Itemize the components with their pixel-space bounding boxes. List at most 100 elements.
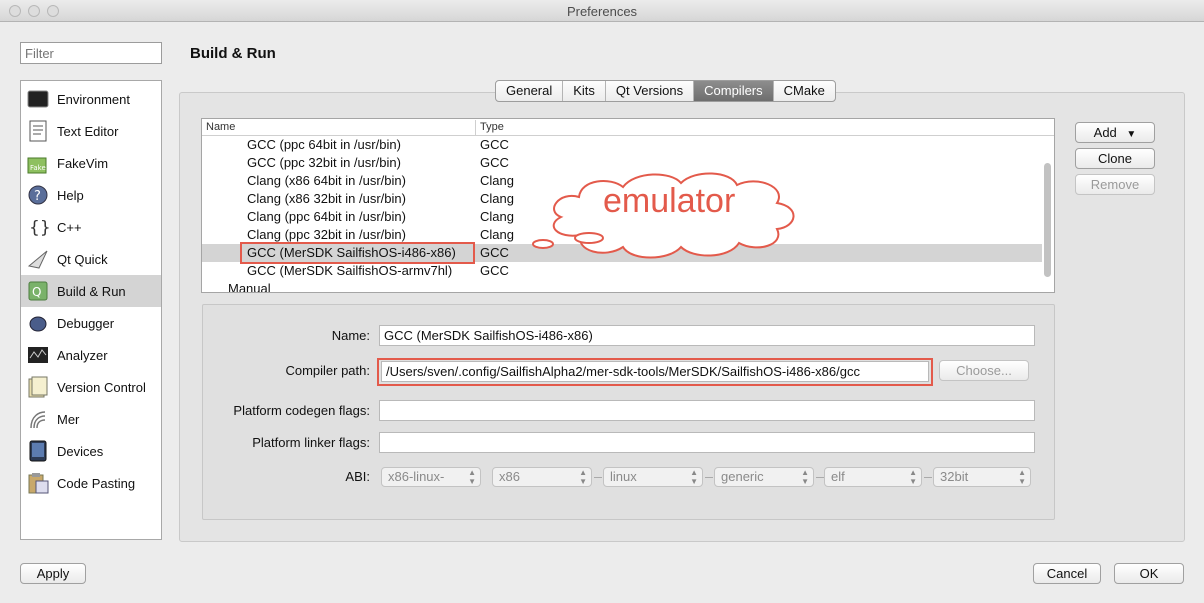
compiler-type: GCC [480,245,509,260]
sidebar-item-text-editor[interactable]: Text Editor [21,115,161,147]
svg-text:{}: {} [29,218,49,238]
stepper-arrows-icon: ▲ ▼ [468,468,476,486]
compiler-name: Clang (x86 32bit in /usr/bin) [247,191,406,206]
stepper-arrows-icon: ▲ ▼ [690,468,698,486]
add-button[interactable]: Add ▼ [1075,122,1155,143]
tab-compilers[interactable]: Compilers [694,81,774,101]
abi-os-select[interactable]: linux ▲ ▼ [603,467,703,487]
sidebar-item-version-control[interactable]: Version Control [21,371,161,403]
list-scrollbar[interactable] [1044,163,1051,277]
highlight-box-compiler-path [377,358,933,386]
dropdown-arrow-icon: ▼ [1126,129,1137,140]
table-row[interactable]: GCC (ppc 64bit in /usr/bin) GCC [202,136,1042,154]
cancel-button[interactable]: Cancel [1033,563,1101,584]
braces-icon: {} [27,216,49,238]
title-bar: Preferences [0,0,1204,22]
tab-bar: General Kits Qt Versions Compilers CMake [495,80,836,102]
abi-separator [594,477,602,478]
page-title: Build & Run [190,45,276,62]
sidebar-item-code-pasting[interactable]: Code Pasting [21,467,161,499]
sidebar-item-label: Devices [57,443,104,459]
clone-button[interactable]: Clone [1075,148,1155,169]
abi-arch-select[interactable]: x86 ▲ ▼ [492,467,592,487]
sidebar-item-label: Analyzer [57,347,108,363]
platform-codegen-flags-label: Platform codegen flags: [233,403,370,418]
svg-text:?: ? [34,189,41,204]
stepper-arrows-icon: ▲ ▼ [909,468,917,486]
sidebar-item-label: FakeVim [57,155,109,171]
sidebar-item-devices[interactable]: Devices [21,435,161,467]
compiler-type: Clang [480,191,514,206]
mer-icon [27,408,49,430]
filter-input[interactable] [20,42,162,64]
name-label: Name: [331,328,370,343]
tab-kits[interactable]: Kits [563,81,606,101]
sidebar-item-label: Version Control [57,379,146,395]
column-divider [475,120,476,135]
svg-text:Q: Q [32,285,41,299]
analyzer-icon [27,344,49,366]
platform-linker-flags-label: Platform linker flags: [252,435,370,450]
sidebar-item-build-run[interactable]: Q Build & Run [21,275,161,307]
qt-build-icon: Q [27,280,49,302]
abi-flavor-select[interactable]: generic ▲ ▼ [714,467,814,487]
abi-arch-value: x86 [499,469,520,484]
sidebar-item-debugger[interactable]: Debugger [21,307,161,339]
abi-architecture-select[interactable]: x86-linux- ▲ ▼ [381,467,481,487]
sidebar-item-qt-quick[interactable]: Qt Quick [21,243,161,275]
tab-qt-versions[interactable]: Qt Versions [606,81,695,101]
ok-button[interactable]: OK [1114,563,1184,584]
compiler-type: Clang [480,209,514,224]
add-button-label: Add [1093,125,1117,140]
sidebar-item-label: C++ [57,219,82,235]
sidebar-item-environment[interactable]: Environment [21,83,161,115]
compiler-type: GCC [480,263,509,278]
stepper-arrows-icon: ▲ ▼ [801,468,809,486]
platform-linker-flags-field[interactable] [379,432,1035,453]
device-icon [27,440,49,462]
remove-button[interactable]: Remove [1075,174,1155,195]
version-control-icon [27,376,49,398]
category-manual[interactable]: Manual [228,280,271,292]
clipboard-icon [27,472,49,494]
abi-wordwidth-value: 32bit [940,469,969,484]
compiler-type: Clang [480,227,514,242]
compiler-type: GCC [480,155,509,170]
help-icon: ? [27,184,49,206]
sidebar-item-label: Text Editor [57,123,119,139]
abi-wordwidth-select[interactable]: 32bit ▲ ▼ [933,467,1031,487]
sidebar-item-analyzer[interactable]: Analyzer [21,339,161,371]
name-field[interactable]: GCC (MerSDK SailfishOS-i486-x86) [379,325,1035,346]
qtquick-icon [27,248,49,270]
monitor-icon [27,88,49,110]
compiler-type: GCC [480,137,509,152]
sidebar-item-help[interactable]: ? Help [21,179,161,211]
abi-separator [816,477,824,478]
sidebar-item-label: Code Pasting [57,475,136,491]
tab-general[interactable]: General [496,81,564,101]
choose-button[interactable]: Choose... [939,360,1029,381]
compiler-name: GCC (MerSDK SailfishOS-armv7hl) [247,263,453,278]
abi-format-select[interactable]: elf ▲ ▼ [824,467,922,487]
column-header-type[interactable]: Type [480,121,504,133]
sidebar-item-label: Debugger [57,315,115,331]
platform-codegen-flags-field[interactable] [379,400,1035,421]
column-header-name[interactable]: Name [206,121,235,133]
compiler-name: GCC (ppc 64bit in /usr/bin) [247,137,401,152]
abi-architecture-value: x86-linux- [388,469,445,484]
sidebar-item-fakevim[interactable]: Fake FakeVim [21,147,161,179]
text-document-icon [27,120,49,142]
fakevim-icon: Fake [27,152,49,174]
sidebar-item-mer[interactable]: Mer [21,403,161,435]
tab-cmake[interactable]: CMake [774,81,835,101]
sidebar-item-label: Environment [57,91,130,107]
sidebar: Environment Text Editor Fake FakeVim ? H… [20,80,162,540]
compiler-name: GCC (ppc 32bit in /usr/bin) [247,155,401,170]
bug-icon [27,312,49,334]
compiler-path-label: Compiler path: [285,363,370,378]
compiler-name: Clang (x86 64bit in /usr/bin) [247,173,406,188]
sidebar-item-label: Mer [57,411,80,427]
sidebar-item-label: Help [57,187,84,203]
sidebar-item-cpp[interactable]: {} C++ [21,211,161,243]
apply-button[interactable]: Apply [20,563,86,584]
